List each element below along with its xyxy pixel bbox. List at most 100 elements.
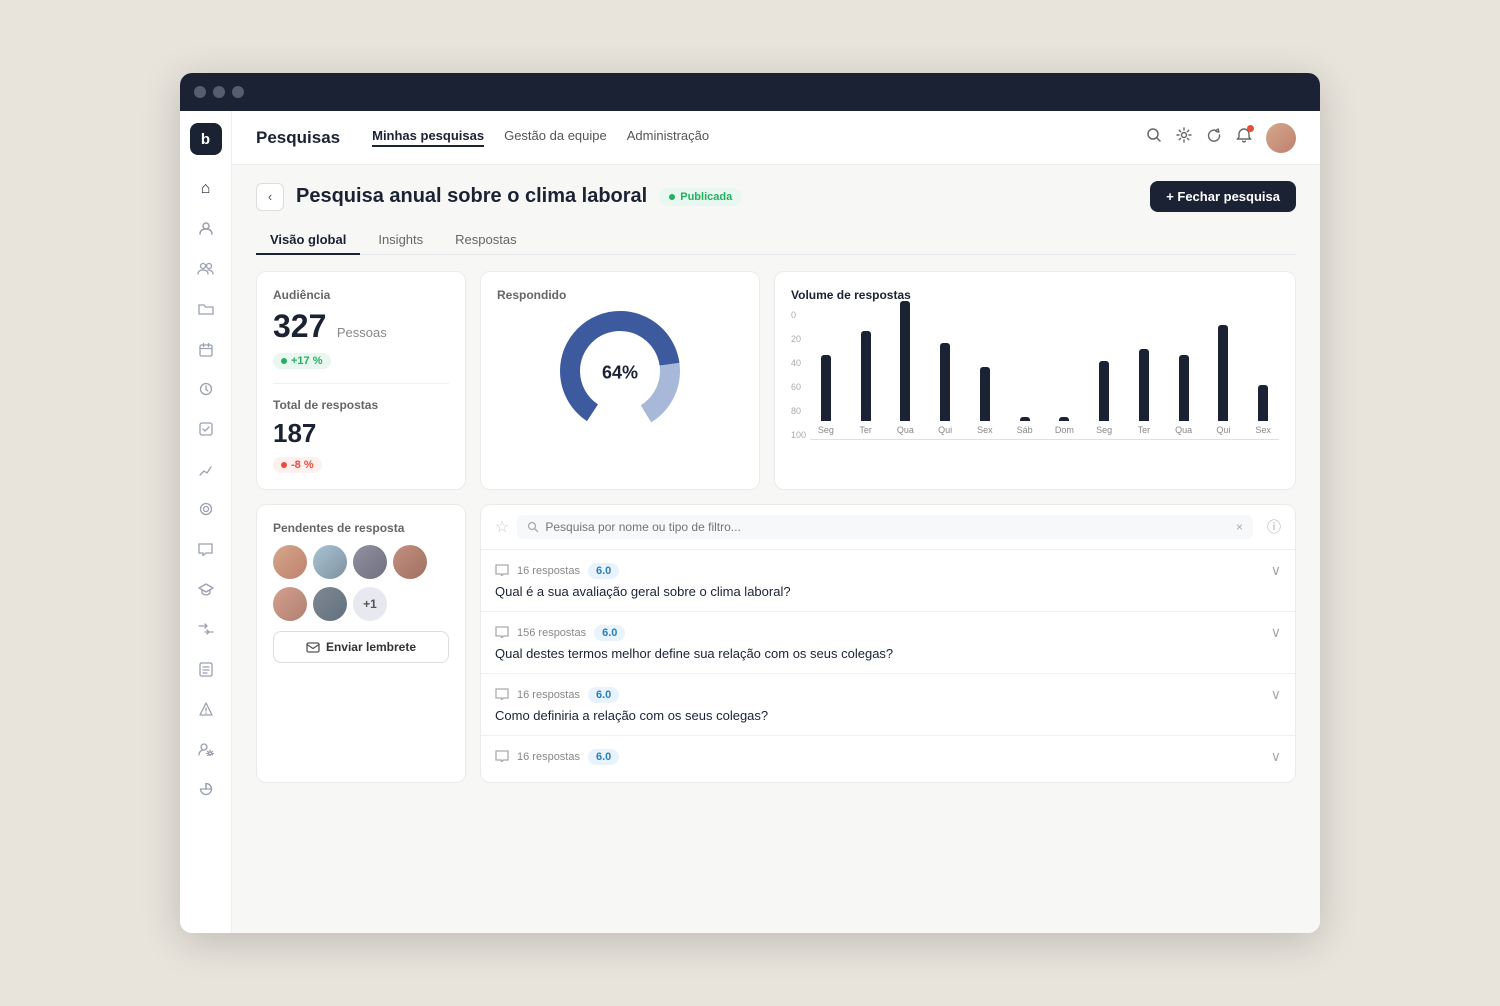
- bar: [940, 343, 950, 421]
- red-dot: [281, 462, 287, 468]
- sidebar-item-surveys[interactable]: [188, 651, 224, 687]
- sidebar-item-alert[interactable]: [188, 691, 224, 727]
- question-count-2: 156 respostas: [517, 627, 586, 639]
- bar-col: Sex: [969, 367, 1001, 435]
- question-expand-2[interactable]: ∨: [1271, 624, 1281, 641]
- volume-card-title: Volume de respostas: [791, 288, 1279, 302]
- question-icon-3: [495, 687, 509, 703]
- y-label-40: 40: [791, 358, 806, 368]
- audience-change-tag: +17 %: [273, 353, 331, 369]
- close-survey-button[interactable]: + Fechar pesquisa: [1150, 181, 1296, 212]
- audience-card-title: Audiência: [273, 288, 449, 302]
- question-score-1: 6.0: [588, 563, 619, 579]
- y-label-0: 0: [791, 310, 806, 320]
- topnav-link-my-surveys[interactable]: Minhas pesquisas: [372, 128, 484, 147]
- question-expand-3[interactable]: ∨: [1271, 686, 1281, 703]
- question-count-1: 16 respostas: [517, 565, 580, 577]
- refresh-button[interactable]: [1206, 127, 1222, 148]
- bar-label: Ter: [1138, 425, 1151, 435]
- bar-col: Sex: [1247, 385, 1279, 435]
- sidebar-item-group[interactable]: [188, 251, 224, 287]
- sidebar-item-graduation[interactable]: [188, 571, 224, 607]
- sidebar-item-calendar[interactable]: [188, 331, 224, 367]
- top-cards: Audiência 327 Pessoas +17 % Total de res…: [256, 271, 1296, 490]
- page-body: ‹ Pesquisa anual sobre o clima laboral P…: [232, 165, 1320, 933]
- topnav-link-team[interactable]: Gestão da equipe: [504, 128, 607, 147]
- total-responses-number: 187: [273, 418, 316, 448]
- pending-card: Pendentes de resposta +1: [256, 504, 466, 783]
- search-button[interactable]: [1146, 127, 1162, 148]
- question-expand-1[interactable]: ∨: [1271, 562, 1281, 579]
- sidebar-item-folder[interactable]: [188, 291, 224, 327]
- back-button[interactable]: ‹: [256, 183, 284, 211]
- bar-label: Seg: [1096, 425, 1112, 435]
- clear-search-button[interactable]: ×: [1236, 520, 1243, 534]
- sidebar-item-check[interactable]: [188, 411, 224, 447]
- sidebar-item-pie[interactable]: [188, 771, 224, 807]
- question-score-2: 6.0: [594, 625, 625, 641]
- info-button[interactable]: ⓘ: [1267, 517, 1281, 537]
- question-meta-4: 16 respostas 6.0 ∨: [495, 748, 1281, 765]
- bar-col: Qui: [1208, 325, 1240, 435]
- bar-col: Qui: [929, 343, 961, 435]
- tab-responses[interactable]: Respostas: [441, 226, 530, 255]
- sidebar-item-chart[interactable]: [188, 451, 224, 487]
- tab-overview[interactable]: Visão global: [256, 226, 360, 255]
- pending-title: Pendentes de resposta: [273, 521, 449, 535]
- user-avatar[interactable]: [1266, 123, 1296, 153]
- bar-col: Ter: [1128, 349, 1160, 435]
- bar-label: Qua: [897, 425, 914, 435]
- bar-label: Sex: [977, 425, 993, 435]
- bar: [1258, 385, 1268, 421]
- app-body: b ⌂: [180, 111, 1320, 933]
- app-logo: b: [190, 123, 222, 155]
- bar-label: Dom: [1055, 425, 1074, 435]
- bar-col: Seg: [1088, 361, 1120, 435]
- app-window: b ⌂: [180, 73, 1320, 933]
- sidebar-item-user-settings[interactable]: [188, 731, 224, 767]
- bar-label: Seg: [818, 425, 834, 435]
- titlebar-dot-3: [232, 86, 244, 98]
- question-meta-3: 16 respostas 6.0 ∨: [495, 686, 1281, 703]
- tab-insights[interactable]: Insights: [364, 226, 437, 255]
- question-meta-2: 156 respostas 6.0 ∨: [495, 624, 1281, 641]
- bar-label: Qui: [1216, 425, 1230, 435]
- question-count-3: 16 respostas: [517, 689, 580, 701]
- audience-label: Pessoas: [337, 325, 387, 340]
- audience-number: 327: [273, 308, 326, 344]
- page-header: ‹ Pesquisa anual sobre o clima laboral P…: [256, 181, 1296, 212]
- bar-col: Qua: [890, 301, 922, 435]
- bar: [980, 367, 990, 421]
- bottom-grid: Pendentes de resposta +1: [256, 504, 1296, 783]
- sidebar-item-target[interactable]: [188, 491, 224, 527]
- sidebar-item-flow[interactable]: [188, 611, 224, 647]
- settings-button[interactable]: [1176, 127, 1192, 148]
- sidebar-item-clock[interactable]: [188, 371, 224, 407]
- star-button[interactable]: ☆: [495, 517, 509, 537]
- titlebar-dot-1: [194, 86, 206, 98]
- y-label-80: 80: [791, 406, 806, 416]
- search-input[interactable]: [545, 520, 1230, 534]
- pending-avatar-2: [313, 545, 347, 579]
- question-icon-2: [495, 625, 509, 641]
- sidebar-item-home[interactable]: ⌂: [188, 171, 224, 207]
- reminder-button[interactable]: Enviar lembrete: [273, 631, 449, 663]
- y-label-100: 100: [791, 430, 806, 440]
- responded-card-title: Respondido: [497, 288, 743, 302]
- search-input-wrap: ×: [517, 515, 1253, 539]
- main-content: Pesquisas Minhas pesquisas Gestão da equ…: [232, 111, 1320, 933]
- question-count-4: 16 respostas: [517, 751, 580, 763]
- audience-change-value: +17 %: [291, 355, 323, 367]
- question-meta-1: 16 respostas 6.0 ∨: [495, 562, 1281, 579]
- sidebar-item-person[interactable]: [188, 211, 224, 247]
- app-section-title: Pesquisas: [256, 128, 340, 148]
- search-icon: [527, 521, 539, 533]
- titlebar-dot-2: [213, 86, 225, 98]
- notification-button[interactable]: [1236, 127, 1252, 148]
- sidebar-item-message[interactable]: [188, 531, 224, 567]
- bar-col: Seg: [810, 355, 842, 435]
- bar: [1218, 325, 1228, 421]
- donut-percentage: 64%: [602, 363, 638, 384]
- question-expand-4[interactable]: ∨: [1271, 748, 1281, 765]
- topnav-link-admin[interactable]: Administração: [627, 128, 709, 147]
